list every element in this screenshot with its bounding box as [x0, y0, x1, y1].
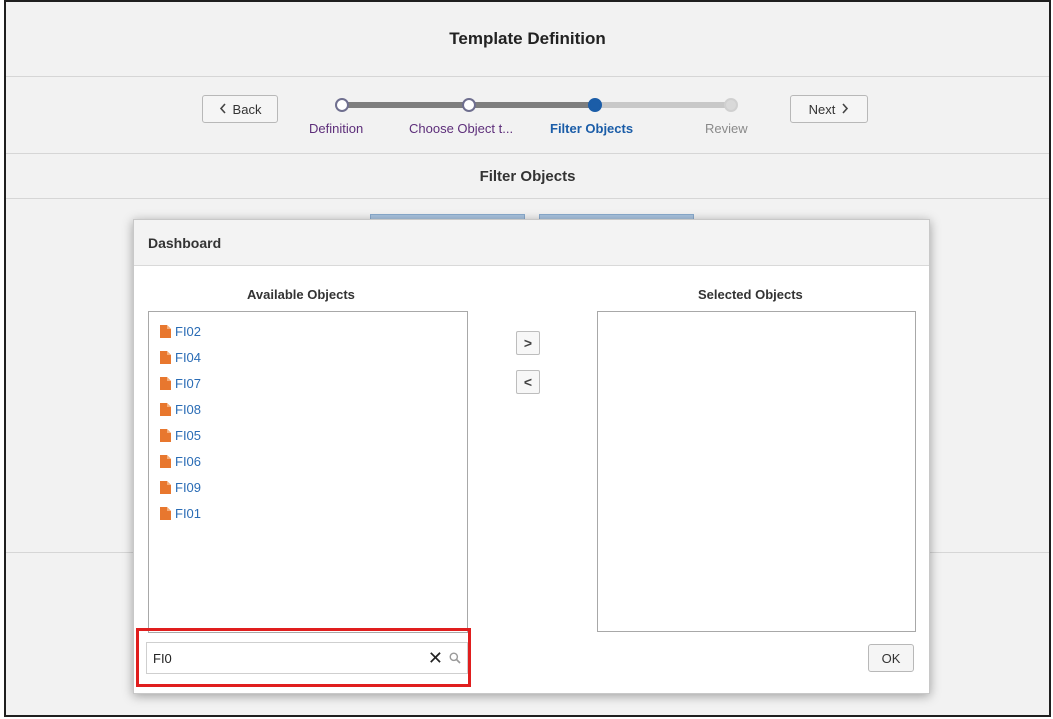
document-icon: [160, 376, 171, 390]
document-icon: [160, 454, 171, 468]
list-item[interactable]: FI02: [149, 318, 467, 344]
next-button-label: Next: [808, 101, 836, 117]
list-item[interactable]: FI09: [149, 474, 467, 500]
chevron-right-icon: >: [523, 335, 533, 351]
step-label-filter-objects: Filter Objects: [550, 121, 634, 136]
list-item-label: FI09: [175, 479, 202, 495]
chevron-right-icon: [841, 102, 849, 117]
step-stop-filter-objects: [588, 98, 602, 112]
document-icon: [160, 324, 171, 338]
available-objects-list[interactable]: FI02 FI04 FI07 FI08 FI05 FI06 FI09 FI01: [148, 311, 468, 633]
list-item-label: FI01: [175, 505, 202, 521]
back-button-label: Back: [232, 101, 262, 117]
list-item[interactable]: FI01: [149, 500, 467, 526]
list-item-label: FI08: [175, 401, 202, 417]
step-stop-definition[interactable]: [335, 98, 349, 112]
section-title: Filter Objects: [6, 154, 1049, 199]
search-icon[interactable]: [449, 652, 461, 664]
available-objects-title: Available Objects: [247, 287, 355, 302]
step-stop-review: [724, 98, 738, 112]
list-item[interactable]: FI04: [149, 344, 467, 370]
list-item[interactable]: FI05: [149, 422, 467, 448]
step-train: Back Definition Choose Object t... Filte…: [6, 77, 1049, 154]
list-item[interactable]: FI06: [149, 448, 467, 474]
dialog-title: Dashboard: [134, 220, 929, 266]
list-item-label: FI06: [175, 453, 202, 469]
search-field: ✕: [146, 642, 468, 674]
list-item-label: FI04: [175, 349, 202, 365]
list-item-label: FI07: [175, 375, 202, 391]
dashboard-dialog: Dashboard Available Objects Selected Obj…: [133, 219, 930, 694]
list-item[interactable]: FI07: [149, 370, 467, 396]
back-button[interactable]: Back: [202, 95, 278, 123]
step-label-definition[interactable]: Definition: [309, 121, 363, 136]
ok-button[interactable]: OK: [868, 644, 914, 672]
step-label-review: Review: [705, 121, 748, 136]
document-icon: [160, 350, 171, 364]
chevron-left-icon: [219, 102, 227, 117]
selected-objects-title: Selected Objects: [698, 287, 803, 302]
move-right-button[interactable]: >: [516, 331, 540, 355]
close-icon[interactable]: ✕: [428, 649, 443, 667]
step-stop-choose-object[interactable]: [462, 98, 476, 112]
document-icon: [160, 480, 171, 494]
document-icon: [160, 402, 171, 416]
move-left-button[interactable]: <: [516, 370, 540, 394]
list-item[interactable]: FI08: [149, 396, 467, 422]
document-icon: [160, 506, 171, 520]
list-item-label: FI05: [175, 427, 202, 443]
document-icon: [160, 428, 171, 442]
page-title: Template Definition: [6, 2, 1049, 77]
chevron-left-icon: <: [523, 374, 533, 390]
next-button[interactable]: Next: [790, 95, 868, 123]
step-label-choose-object[interactable]: Choose Object t...: [409, 121, 513, 136]
selected-objects-list[interactable]: [597, 311, 916, 632]
search-input[interactable]: [147, 643, 428, 673]
list-item-label: FI02: [175, 323, 202, 339]
